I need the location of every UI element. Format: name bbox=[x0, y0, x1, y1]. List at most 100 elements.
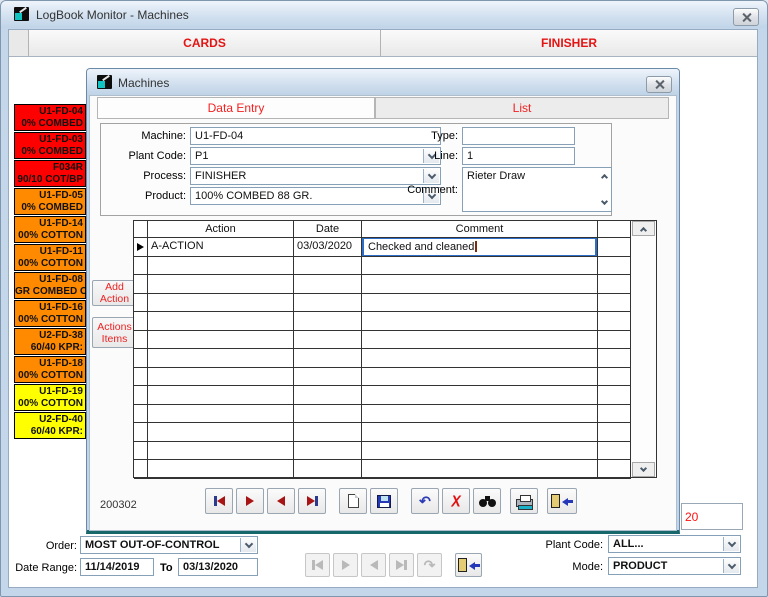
comment-cell[interactable] bbox=[362, 330, 598, 349]
date-cell[interactable] bbox=[294, 404, 362, 423]
actions-items-button[interactable]: Actions Items bbox=[92, 317, 137, 348]
move-last-button[interactable] bbox=[298, 488, 326, 514]
comment-cell-editor[interactable]: Checked and cleaned bbox=[362, 238, 597, 256]
chevron-down-icon[interactable] bbox=[423, 169, 439, 183]
comment-cell[interactable] bbox=[362, 441, 598, 460]
grid-empty-row[interactable] bbox=[134, 423, 656, 442]
chevron-down-icon[interactable] bbox=[240, 538, 256, 552]
print-button[interactable] bbox=[510, 488, 538, 514]
process-select[interactable]: FINISHER bbox=[190, 167, 441, 185]
date-cell[interactable] bbox=[294, 441, 362, 460]
find-button[interactable] bbox=[473, 488, 501, 514]
move-next-button[interactable] bbox=[236, 488, 264, 514]
grid-empty-row[interactable] bbox=[134, 349, 656, 368]
date-to-input[interactable]: 03/13/2020 bbox=[178, 558, 258, 576]
comment-cell[interactable] bbox=[362, 349, 598, 368]
move-first-button[interactable] bbox=[205, 488, 233, 514]
dialog-close-button[interactable] bbox=[646, 76, 672, 93]
comment-cell[interactable] bbox=[362, 275, 598, 294]
move-first-button[interactable] bbox=[305, 553, 330, 577]
dialog-exit-button[interactable] bbox=[547, 488, 577, 514]
order-select[interactable]: MOST OUT-OF-CONTROL bbox=[80, 536, 258, 554]
comment-cell[interactable] bbox=[362, 386, 598, 405]
chevron-down-icon[interactable] bbox=[599, 197, 609, 207]
action-cell[interactable] bbox=[148, 460, 294, 479]
chevron-up-icon[interactable] bbox=[599, 172, 609, 182]
grid-data-row[interactable]: A-ACTION 03/03/2020 Checked and cleaned bbox=[134, 238, 656, 257]
main-close-button[interactable] bbox=[733, 8, 759, 26]
machine-card[interactable]: U2-FD-40 60/40 KPR: bbox=[14, 412, 86, 439]
grid-scrollbar[interactable] bbox=[630, 221, 656, 477]
scroll-down-button[interactable] bbox=[632, 462, 655, 477]
grid-empty-row[interactable] bbox=[134, 293, 656, 312]
redo-button[interactable]: ↷ bbox=[417, 553, 442, 577]
date-cell[interactable] bbox=[294, 423, 362, 442]
move-last-button[interactable] bbox=[389, 553, 414, 577]
machine-card[interactable]: U1-FD-05 0% COMBED bbox=[14, 188, 86, 215]
comment-column-header[interactable]: Comment bbox=[362, 221, 598, 238]
exit-button[interactable] bbox=[455, 553, 482, 577]
tab-cards[interactable]: CARDS bbox=[29, 30, 381, 56]
machine-card[interactable]: U1-FD-03 0% COMBED bbox=[14, 132, 86, 159]
new-record-button[interactable] bbox=[339, 488, 367, 514]
chevron-down-icon[interactable] bbox=[723, 537, 739, 551]
plant-code-select[interactable]: ALL... bbox=[608, 535, 741, 553]
date-cell[interactable] bbox=[294, 275, 362, 294]
machine-card[interactable]: F034R 90/10 COT/BP bbox=[14, 160, 86, 187]
grid-empty-row[interactable] bbox=[134, 367, 656, 386]
move-previous-button[interactable] bbox=[361, 553, 386, 577]
machine-card[interactable]: U1-FD-08 GR COMBED C bbox=[14, 272, 86, 299]
machine-card[interactable]: U1-FD-11 00% COTTON bbox=[14, 244, 86, 271]
date-cell[interactable] bbox=[294, 386, 362, 405]
comment-cell[interactable] bbox=[362, 423, 598, 442]
action-column-header[interactable]: Action bbox=[148, 221, 294, 238]
date-cell[interactable] bbox=[294, 293, 362, 312]
date-cell[interactable] bbox=[294, 349, 362, 368]
comment-cell[interactable] bbox=[362, 293, 598, 312]
comment-cell[interactable] bbox=[362, 256, 598, 275]
action-cell[interactable] bbox=[148, 293, 294, 312]
tab-list[interactable]: List bbox=[375, 97, 669, 119]
dialog-titlebar[interactable]: Machines bbox=[87, 69, 679, 95]
machine-card[interactable]: U2-FD-38 60/40 KPR: bbox=[14, 328, 86, 355]
machine-card[interactable]: U1-FD-18 00% COTTON bbox=[14, 356, 86, 383]
date-cell[interactable]: 03/03/2020 bbox=[294, 238, 362, 257]
date-cell[interactable] bbox=[294, 330, 362, 349]
date-cell[interactable] bbox=[294, 367, 362, 386]
tab-finisher[interactable]: FINISHER bbox=[381, 30, 757, 56]
action-cell[interactable]: A-ACTION bbox=[148, 238, 294, 257]
comment-input[interactable]: Rieter Draw bbox=[462, 167, 612, 212]
save-button[interactable] bbox=[370, 488, 398, 514]
tab-data-entry[interactable]: Data Entry bbox=[97, 97, 375, 119]
action-cell[interactable] bbox=[148, 312, 294, 331]
action-cell[interactable] bbox=[148, 441, 294, 460]
action-cell[interactable] bbox=[148, 386, 294, 405]
main-titlebar[interactable]: LogBook Monitor - Machines bbox=[1, 1, 767, 28]
chevron-down-icon[interactable] bbox=[723, 559, 739, 573]
grid-empty-row[interactable] bbox=[134, 312, 656, 331]
grid-empty-row[interactable] bbox=[134, 275, 656, 294]
date-cell[interactable] bbox=[294, 312, 362, 331]
date-from-input[interactable]: 11/14/2019 bbox=[80, 558, 154, 576]
comment-cell[interactable] bbox=[362, 404, 598, 423]
grid-empty-row[interactable] bbox=[134, 386, 656, 405]
machine-card[interactable]: U1-FD-19 00% COTTON bbox=[14, 384, 86, 411]
machine-card[interactable]: U1-FD-14 00% COTTON bbox=[14, 216, 86, 243]
action-cell[interactable] bbox=[148, 367, 294, 386]
comment-cell[interactable]: Checked and cleaned bbox=[362, 238, 598, 257]
comment-cell[interactable] bbox=[362, 312, 598, 331]
action-cell[interactable] bbox=[148, 423, 294, 442]
date-cell[interactable] bbox=[294, 460, 362, 479]
comment-cell[interactable] bbox=[362, 460, 598, 479]
move-previous-button[interactable] bbox=[267, 488, 295, 514]
mode-select[interactable]: PRODUCT bbox=[608, 557, 741, 575]
move-next-button[interactable] bbox=[333, 553, 358, 577]
grid-empty-row[interactable] bbox=[134, 256, 656, 275]
action-cell[interactable] bbox=[148, 349, 294, 368]
action-cell[interactable] bbox=[148, 275, 294, 294]
date-column-header[interactable]: Date bbox=[294, 221, 362, 238]
action-cell[interactable] bbox=[148, 404, 294, 423]
add-action-button[interactable]: Add Action bbox=[92, 280, 137, 306]
machine-card[interactable]: U1-FD-04 0% COMBED bbox=[14, 104, 86, 131]
undo-button[interactable]: ↶ bbox=[411, 488, 439, 514]
